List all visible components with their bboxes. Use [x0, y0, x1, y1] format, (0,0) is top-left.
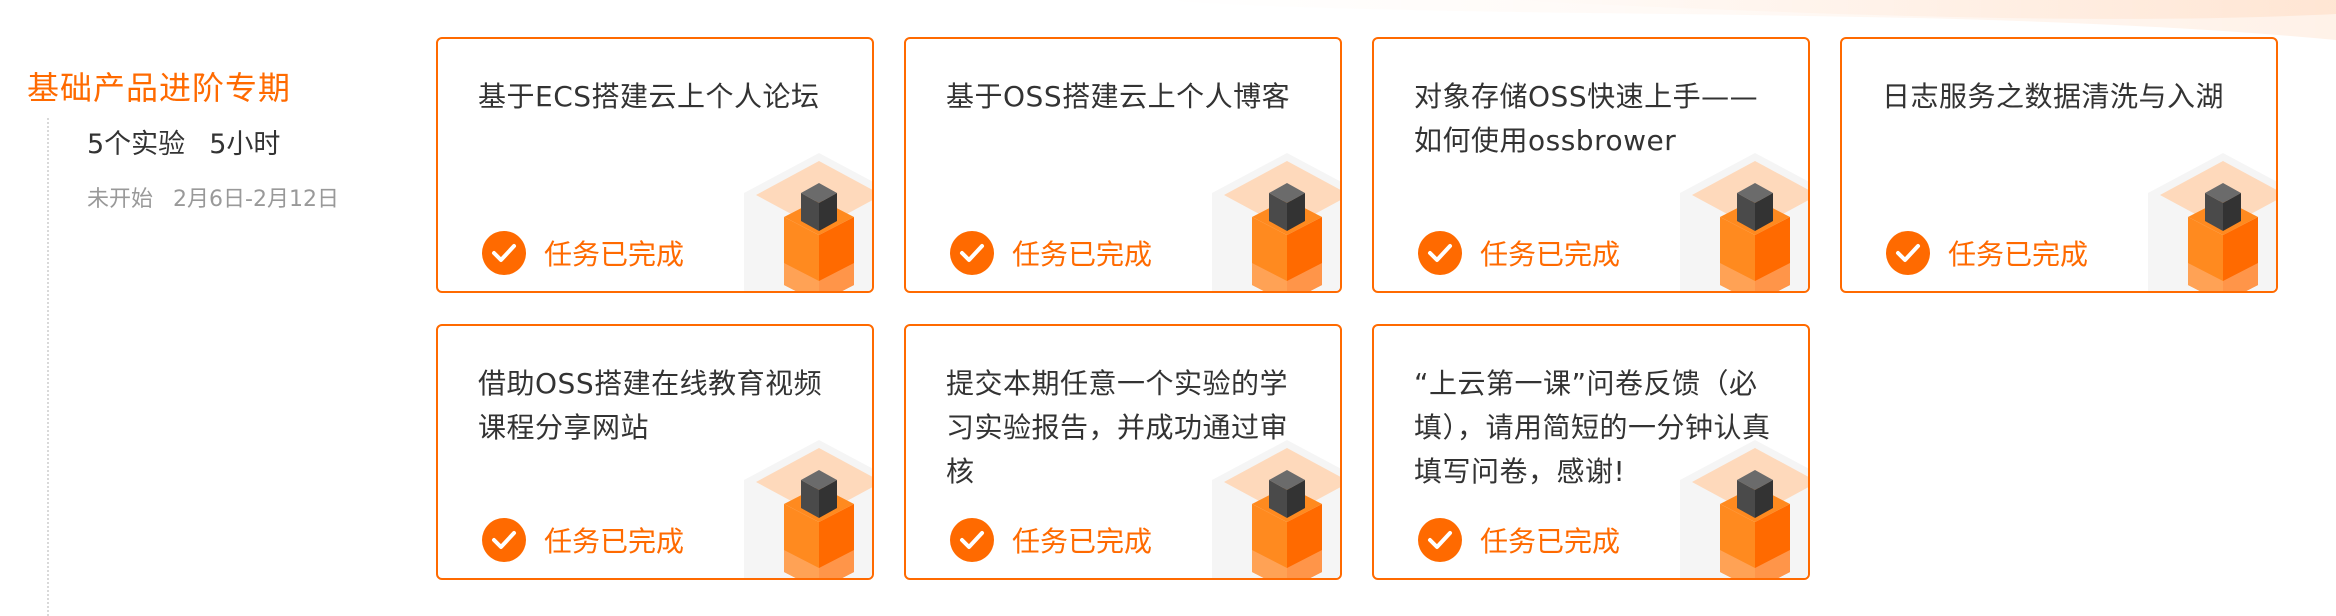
cube-icon	[744, 440, 872, 578]
task-status-text: 任务已完成	[1480, 525, 1621, 558]
task-card-title: 对象存储OSS快速上手——如何使用ossbrower	[1414, 80, 1759, 157]
task-card[interactable]: 对象存储OSS快速上手——如何使用ossbrower 任务已完成	[1372, 37, 1810, 293]
timeline-line	[47, 118, 49, 616]
task-status-text: 任务已完成	[544, 238, 685, 271]
check-circle-icon	[950, 231, 994, 275]
task-card-title: 借助OSS搭建在线教育视频课程分享网站	[478, 367, 823, 444]
task-status-text: 任务已完成	[544, 525, 685, 558]
task-card[interactable]: “上云第一课”问卷反馈（必填），请用简短的一分钟认真填写问卷，感谢! 任务已完成	[1372, 324, 1810, 580]
check-circle-icon	[482, 518, 526, 562]
cube-icon	[744, 153, 872, 291]
task-card-status: 任务已完成	[1886, 231, 2088, 275]
check-circle-icon	[950, 518, 994, 562]
experiment-count: 5个实验	[87, 129, 186, 160]
task-card[interactable]: 日志服务之数据清洗与入湖 任务已完成	[1840, 37, 2278, 293]
section-title: 基础产品进阶专期	[27, 69, 292, 107]
cube-icon	[1680, 440, 1808, 578]
task-card-status: 任务已完成	[1418, 518, 1620, 562]
task-card-status: 任务已完成	[482, 518, 684, 562]
task-card[interactable]: 借助OSS搭建在线教育视频课程分享网站 任务已完成	[436, 324, 874, 580]
task-status-text: 任务已完成	[1480, 238, 1621, 271]
cube-icon	[2148, 153, 2276, 291]
task-card-status: 任务已完成	[1418, 231, 1620, 275]
check-circle-icon	[1418, 231, 1462, 275]
duration: 5小时	[209, 129, 281, 160]
task-status-text: 任务已完成	[1012, 525, 1153, 558]
cube-icon	[1212, 153, 1340, 291]
check-circle-icon	[482, 231, 526, 275]
task-card-title: 基于ECS搭建云上个人论坛	[478, 80, 820, 113]
section-schedule: 未开始 2月6日-2月12日	[87, 181, 339, 213]
task-card[interactable]: 提交本期任意一个实验的学习实验报告，并成功通过审核 任务已完成	[904, 324, 1342, 580]
cube-icon	[1680, 153, 1808, 291]
task-card[interactable]: 基于OSS搭建云上个人博客 任务已完成	[904, 37, 1342, 293]
date-range: 2月6日-2月12日	[173, 187, 339, 212]
task-card-status: 任务已完成	[482, 231, 684, 275]
task-card-title: 基于OSS搭建云上个人博客	[946, 80, 1291, 113]
task-card-status: 任务已完成	[950, 518, 1152, 562]
cube-icon	[1212, 440, 1340, 578]
check-circle-icon	[1418, 518, 1462, 562]
check-circle-icon	[1886, 231, 1930, 275]
task-status-text: 任务已完成	[1948, 238, 2089, 271]
task-status-text: 任务已完成	[1012, 238, 1153, 271]
task-card[interactable]: 基于ECS搭建云上个人论坛 任务已完成	[436, 37, 874, 293]
section-summary: 5个实验 5小时	[87, 122, 280, 161]
status-label: 未开始	[87, 187, 154, 212]
task-card-status: 任务已完成	[950, 231, 1152, 275]
task-card-title: 日志服务之数据清洗与入湖	[1882, 80, 2225, 113]
